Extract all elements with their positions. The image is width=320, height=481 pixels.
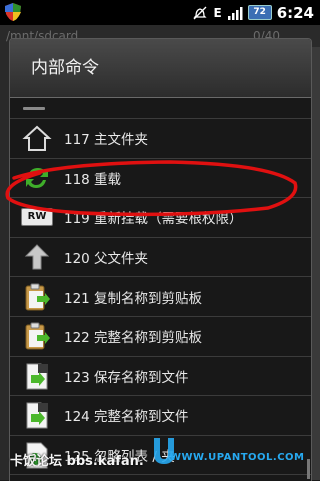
clipboard-copy-icon xyxy=(21,281,53,313)
home-outline-icon xyxy=(21,122,53,154)
menu-item-parent-folder[interactable]: 120 父文件夹 xyxy=(10,238,311,278)
menu-item-label: 120 父文件夹 xyxy=(64,251,149,268)
watermark-left-text: 卡饭论坛 bbs.kafan. xyxy=(10,454,144,469)
menu-item-label: 124 完整名称到文件 xyxy=(64,409,189,426)
rw-text: RW xyxy=(21,208,53,227)
menu-item-full-name-file[interactable]: 124 完整名称到文件 xyxy=(10,396,311,436)
up-arrow-icon xyxy=(21,241,53,273)
menu-item-full-name-clipboard[interactable]: 122 完整名称到剪贴板 xyxy=(10,317,311,357)
signal-icon xyxy=(227,6,243,20)
menu-item-label: 119 重新挂载（需要根权限） xyxy=(64,211,243,228)
menu-item-label: 117 主文件夹 xyxy=(64,132,149,149)
menu-item-home-folder[interactable]: 117 主文件夹 xyxy=(10,119,311,159)
network-type: E xyxy=(213,5,222,20)
watermark: 卡饭论坛 bbs.kafan. WWW.UPANTOOL.COM xyxy=(0,438,320,470)
dialog-title: 内部命令 xyxy=(10,39,311,98)
menu-item-label: 118 重载 xyxy=(64,171,122,188)
app-shield-icon xyxy=(5,3,21,21)
menu-item-remount[interactable]: RW 119 重新挂载（需要根权限） xyxy=(10,198,311,238)
list-separator xyxy=(10,98,311,119)
menu-item-label: 123 保存名称到文件 xyxy=(64,369,189,386)
green-refresh-icon xyxy=(21,162,53,194)
status-bar: E 72 6:24 xyxy=(0,0,320,25)
background-list-left xyxy=(0,47,9,480)
menu-item-label: 122 完整名称到剪贴板 xyxy=(64,330,203,347)
watermark-right-text: WWW.UPANTOOL.COM xyxy=(170,452,305,463)
rw-badge-icon: RW xyxy=(21,201,53,233)
clipboard-copy-icon xyxy=(21,320,53,352)
save-to-file-icon xyxy=(21,399,53,431)
internal-commands-dialog: 内部命令 117 主文件夹 118 重载 RW 119 重新挂载（需要根权限） xyxy=(9,38,312,481)
clock: 6:24 xyxy=(276,3,314,22)
menu-item-label: 121 复制名称到剪贴板 xyxy=(64,290,203,307)
minus-icon xyxy=(23,107,45,110)
menu-item-reload[interactable]: 118 重载 xyxy=(10,159,311,199)
battery-icon: 72 xyxy=(247,5,272,20)
background-list-right xyxy=(311,47,320,480)
alarm-off-icon xyxy=(193,6,208,19)
save-to-file-icon xyxy=(21,360,53,392)
menu-item-copy-name-clipboard[interactable]: 121 复制名称到剪贴板 xyxy=(10,277,311,317)
menu-item-save-name-file[interactable]: 123 保存名称到文件 xyxy=(10,357,311,397)
